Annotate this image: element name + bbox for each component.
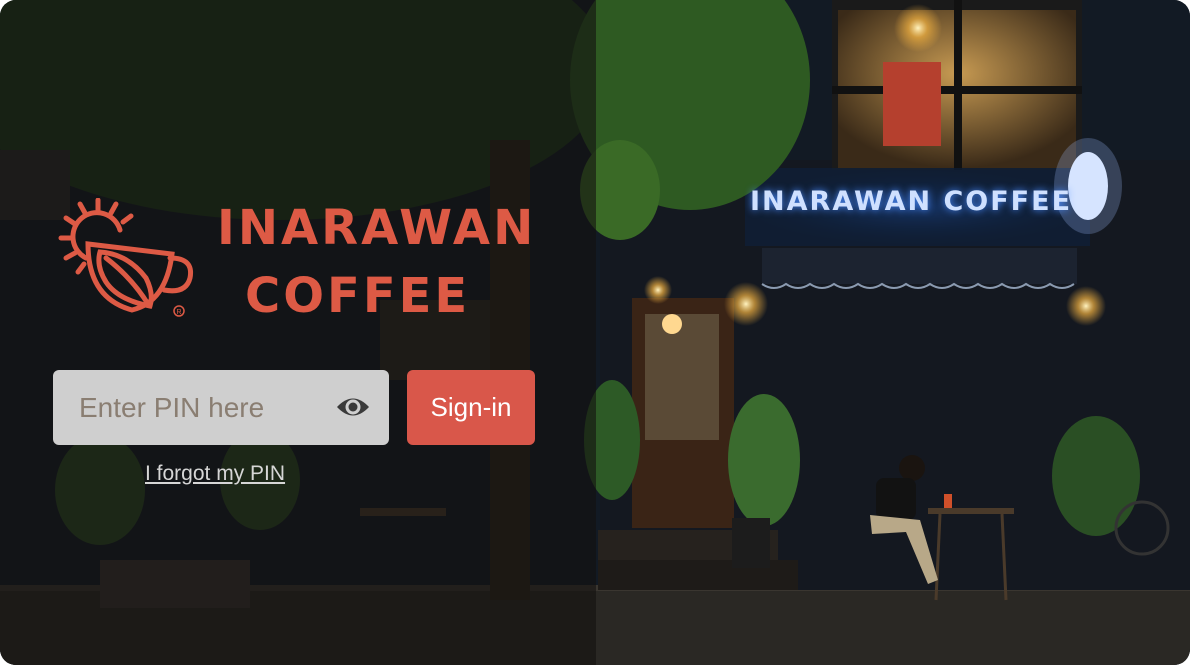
forgot-pin-link[interactable]: I forgot my PIN xyxy=(145,462,285,486)
pin-input[interactable] xyxy=(53,370,323,445)
login-screen: INARAWAN COFFEE R INARAWAN COFFEE Sign-i… xyxy=(0,0,1190,665)
brand-name-line2: COFFEE xyxy=(245,268,471,324)
inarawan-logo: R xyxy=(58,197,198,322)
brand-name-line1: INARAWAN xyxy=(217,200,537,256)
eye-icon[interactable] xyxy=(335,392,371,422)
sign-in-button[interactable]: Sign-in xyxy=(407,370,535,445)
left-dim-overlay xyxy=(0,0,596,665)
svg-text:R: R xyxy=(177,309,182,316)
pin-field xyxy=(53,370,389,445)
storefront-sign: INARAWAN COFFEE xyxy=(750,186,1073,217)
